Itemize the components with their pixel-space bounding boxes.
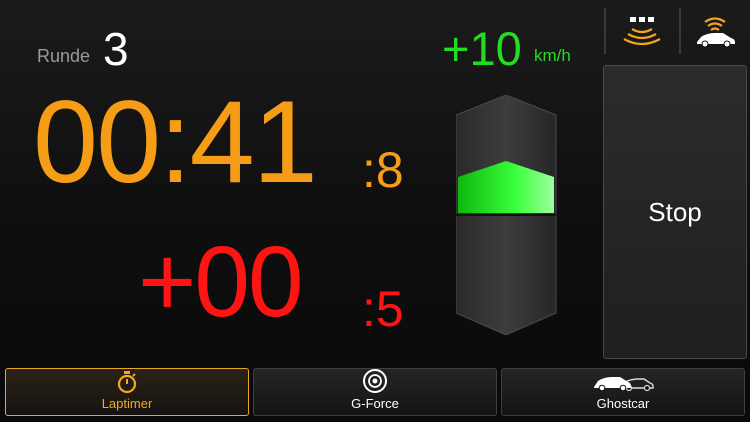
stopwatch-icon bbox=[116, 369, 138, 394]
tab-label: Ghostcar bbox=[596, 396, 650, 411]
target-icon bbox=[362, 368, 388, 394]
tab-ghostcar[interactable]: Ghostcar bbox=[501, 368, 745, 416]
obd-signal-icon[interactable] bbox=[607, 8, 677, 54]
round-number: 3 bbox=[103, 23, 129, 75]
tab-g-force[interactable]: G-Force bbox=[253, 368, 497, 416]
delta-indicator bbox=[456, 95, 557, 335]
delta-time: +00 bbox=[138, 226, 304, 338]
delta-time-tenths: :5 bbox=[362, 281, 404, 337]
lap-time: 00:41 bbox=[33, 76, 318, 207]
car-signal-icon[interactable] bbox=[680, 8, 750, 54]
round-label: Runde bbox=[37, 46, 91, 66]
tab-laptimer[interactable]: Laptimer bbox=[5, 368, 249, 416]
lap-time-tenths: :8 bbox=[362, 142, 404, 198]
tab-label: Laptimer bbox=[101, 396, 153, 411]
cars-icon bbox=[592, 369, 654, 394]
speed-delta: +10 bbox=[442, 22, 522, 75]
header-divider bbox=[604, 8, 606, 54]
stop-button[interactable]: Stop bbox=[603, 65, 747, 359]
speed-unit: km/h bbox=[534, 46, 571, 65]
laptimer-screen: Runde 3 +10 km/h 00:41 :8 +00 :5 Stop La… bbox=[0, 0, 750, 422]
tab-label: G-Force bbox=[351, 396, 399, 411]
